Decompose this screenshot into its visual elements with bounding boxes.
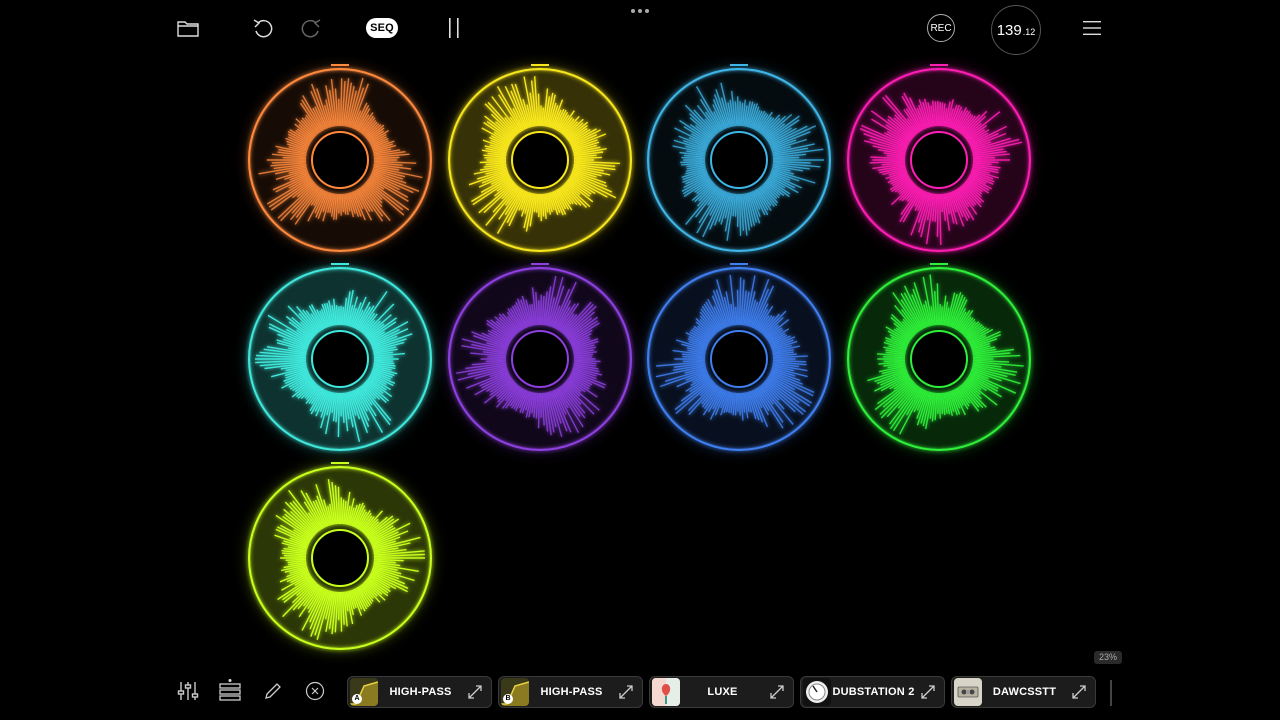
filter-thumbnail: B [501,678,529,706]
bottom-toolbar: A HIGH-PASS B HIGH-PASS LUXE DUBSTATION … [0,670,1280,720]
slot-label: HIGH-PASS [540,686,603,698]
slot-label: DUBSTATION 2 [832,686,915,698]
expand-icon[interactable] [916,680,940,704]
tracks-icon[interactable] [217,678,243,704]
loop-pad[interactable] [448,263,632,451]
loop-pad[interactable] [647,263,831,451]
loop-pad[interactable] [248,462,432,650]
effect-slot-high-pass-a[interactable]: A HIGH-PASS [347,676,492,708]
toolbar-divider [1110,680,1112,706]
cpu-usage-badge: 23% [1094,651,1122,664]
close-icon[interactable] [302,678,328,704]
loop-pad[interactable] [248,263,432,451]
loop-pad[interactable] [248,64,432,252]
effect-slot-dubstation-2[interactable]: DUBSTATION 2 [800,676,945,708]
luxe-thumbnail [652,678,680,706]
tape-thumbnail [954,678,982,706]
effect-slot-high-pass-b[interactable]: B HIGH-PASS [498,676,643,708]
loop-pad-grid [248,64,1031,650]
loop-pad[interactable] [448,64,632,252]
pencil-icon[interactable] [260,678,286,704]
effect-slot-dawcsstt[interactable]: DAWCSSTT [951,676,1096,708]
expand-icon[interactable] [765,680,789,704]
loop-pad[interactable] [847,263,1031,451]
expand-icon[interactable] [1067,680,1091,704]
loop-pad[interactable] [647,64,831,252]
loop-pad[interactable] [847,64,1031,252]
mixer-icon[interactable] [175,678,201,704]
knob-thumbnail [803,678,831,706]
slot-label: LUXE [707,686,738,698]
slot-badge: B [503,694,513,704]
expand-icon[interactable] [463,680,487,704]
filter-thumbnail: A [350,678,378,706]
slot-badge: A [352,694,362,704]
expand-icon[interactable] [614,680,638,704]
slot-label: HIGH-PASS [389,686,452,698]
slot-label: DAWCSSTT [992,686,1057,698]
effect-slot-luxe[interactable]: LUXE [649,676,794,708]
